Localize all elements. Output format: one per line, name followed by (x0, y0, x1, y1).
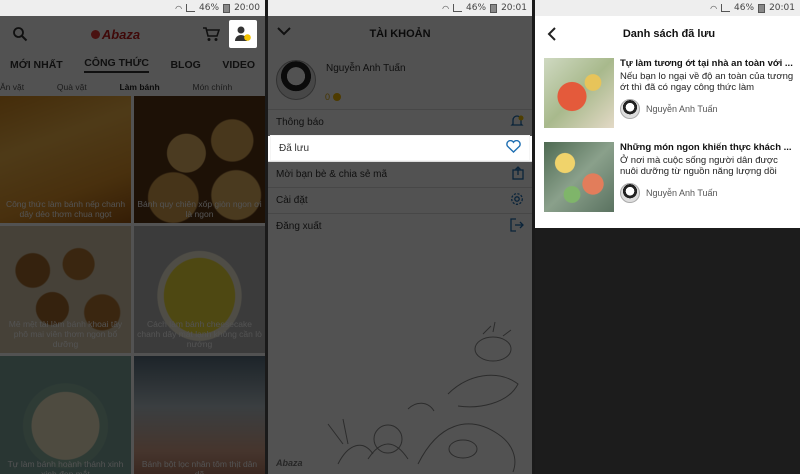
menu-item-settings[interactable]: Cài đặt (268, 187, 532, 213)
saved-header: Danh sách đã lưu (538, 16, 800, 52)
page-title: Danh sách đã lưu (622, 28, 716, 40)
logo-mark (90, 29, 100, 39)
home-app-bar: Abaza (0, 16, 265, 52)
saved-item-description: Ở nơi mà cuộc sống người dân được nuôi d… (620, 155, 778, 177)
wifi-icon: ◠ (175, 3, 183, 13)
subtab-treats[interactable]: Quà vặt (57, 82, 87, 92)
status-bar: ◠ 46% 20:00 (0, 0, 265, 16)
signal-icon (453, 4, 463, 12)
author-name: Nguyễn Anh Tuấn (646, 188, 718, 198)
footer-logo: Abaza (276, 458, 303, 468)
wifi-icon: ◠ (710, 3, 718, 13)
points-badge: 0 (325, 92, 342, 102)
empty-background (535, 228, 800, 474)
cart-icon[interactable] (199, 22, 223, 46)
subtab-baking[interactable]: Làm bánh (120, 82, 160, 92)
subtab-main-dishes[interactable]: Món chính (192, 82, 232, 92)
tab-blog[interactable]: BLOG (170, 59, 200, 71)
recipe-card[interactable]: Cách làm bánh cheesecake chanh dây mát l… (134, 226, 265, 353)
saved-list-panel: Danh sách đã lưu Tự làm tương ớt tại nhà… (538, 16, 800, 228)
clock: 20:01 (501, 3, 527, 13)
saved-item[interactable]: Những món ngon khiến thực khách ... Ở nơ… (538, 136, 800, 220)
profile-section: Nguyễn Anh Tuấn (268, 52, 532, 108)
menu-item-notifications[interactable]: Thông báo (268, 109, 532, 135)
account-screen: ◠ 46% 20:01 TÀI KHOẢN Nguyễn Anh Tuấn 0 … (268, 0, 532, 474)
menu-item-label: Mời bạn bè & chia sẻ mã (276, 169, 388, 180)
tab-recipes[interactable]: CÔNG THỨC (84, 57, 149, 73)
saved-item-title: Tự làm tương ớt tại nhà an toàn với ... (620, 58, 793, 69)
tab-video[interactable]: VIDEO (222, 59, 255, 71)
signal-icon (186, 4, 196, 12)
author-row: Nguyễn Anh Tuấn (620, 99, 794, 119)
menu-item-label: Đã lưu (279, 142, 310, 154)
gear-icon (510, 192, 524, 209)
account-button[interactable] (228, 20, 257, 48)
battery-icon (223, 3, 231, 13)
saved-item-thumbnail (544, 58, 614, 128)
menu-item-saved[interactable]: Đã lưu (270, 135, 530, 161)
recipe-caption: Bánh bột lọc nhân tôm thịt dân dã (141, 459, 258, 474)
recipe-caption: Cách làm bánh cheesecake chanh dây mát l… (137, 319, 262, 349)
logo-text: Abaza (101, 26, 141, 42)
page-title: TÀI KHOẢN (369, 28, 431, 40)
saved-item-title: Những món ngon khiến thực khách ... (620, 142, 792, 153)
screenshot-stage: ◠ 46% 20:00 Abaza MỚI NHẤT CÔNG THỨC BLO… (0, 0, 800, 474)
wifi-icon: ◠ (442, 3, 450, 13)
menu-item-label: Cài đặt (276, 195, 308, 206)
home-screen: ◠ 46% 20:00 Abaza MỚI NHẤT CÔNG THỨC BLO… (0, 0, 265, 474)
status-bar: ◠ 46% 20:01 (268, 0, 532, 16)
coin-icon (333, 93, 342, 101)
menu-item-label: Thông báo (276, 117, 324, 128)
clock: 20:00 (234, 3, 260, 13)
recipe-caption: Mê mệt tài làm bánh khoai tây phô mai vi… (8, 319, 123, 349)
subtab-snacks[interactable]: Ăn vặt (0, 82, 24, 92)
author-name: Nguyễn Anh Tuấn (646, 104, 718, 114)
avatar[interactable] (276, 60, 316, 100)
account-header: TÀI KHOẢN (268, 16, 532, 52)
saved-item-description: Nếu bạn lo ngại về độ an toàn của tương … (620, 71, 794, 93)
recipe-caption: Bánh quy chiên xốp giòn ngon ơi là ngon (137, 199, 262, 219)
tab-newest[interactable]: MỚI NHẤT (10, 59, 63, 71)
recipe-card[interactable]: Tự làm bánh hoành thánh xinh xinh đẹp mắ… (0, 356, 131, 474)
bell-icon (510, 114, 524, 131)
chevron-down-icon[interactable] (276, 25, 292, 40)
recipe-subtabs: Ăn vặt Quà vặt Làm bánh Món chính (0, 78, 265, 96)
recipe-grid: Công thức làm bánh nếp chanh dây dẻo thơ… (0, 96, 265, 474)
menu-item-label: Đăng xuất (276, 221, 322, 232)
battery-icon (758, 3, 766, 13)
recipe-card[interactable]: Công thức làm bánh nếp chanh dây dẻo thơ… (0, 96, 131, 223)
vegetable-doodle-illustration (327, 321, 519, 473)
user-name: Nguyễn Anh Tuấn (326, 63, 406, 74)
recipe-card[interactable]: Bánh bột lọc nhân tôm thịt dân dã (134, 356, 265, 474)
battery-percent: 46% (466, 3, 487, 13)
recipe-caption: Tự làm bánh hoành thánh xinh xinh đẹp mắ… (7, 459, 124, 474)
back-arrow-icon[interactable] (547, 26, 557, 45)
account-menu: Thông báo Đã lưu Mời bạn bè & chia sẻ mã… (268, 109, 532, 239)
share-icon (512, 166, 524, 183)
menu-item-invite[interactable]: Mời bạn bè & chia sẻ mã (268, 161, 532, 187)
recipe-card[interactable]: Bánh quy chiên xốp giòn ngon ơi là ngon (134, 96, 265, 223)
battery-percent: 46% (199, 3, 220, 13)
app-logo: Abaza (90, 26, 141, 42)
user-icon (234, 26, 251, 41)
signal-icon (721, 4, 731, 12)
logout-icon (510, 218, 524, 235)
battery-icon (490, 3, 498, 13)
saved-screen: ◠ 46% 20:01 Danh sách đã lưu Tự làm tươn… (535, 0, 800, 474)
saved-item-thumbnail (544, 142, 614, 212)
battery-percent: 46% (734, 3, 755, 13)
category-tabs: MỚI NHẤT CÔNG THỨC BLOG VIDEO (0, 52, 265, 78)
recipe-card[interactable]: Mê mệt tài làm bánh khoai tây phô mai vi… (0, 226, 131, 353)
heart-icon (506, 139, 521, 156)
status-bar: ◠ 46% 20:01 (535, 0, 800, 16)
menu-item-logout[interactable]: Đăng xuất (268, 213, 532, 239)
clock: 20:01 (769, 3, 795, 13)
recipe-caption: Công thức làm bánh nếp chanh dây dẻo thơ… (5, 199, 126, 219)
author-avatar (620, 99, 640, 119)
author-avatar (620, 183, 640, 203)
saved-item[interactable]: Tự làm tương ớt tại nhà an toàn với ... … (538, 52, 800, 136)
search-icon[interactable] (8, 22, 32, 46)
points-value: 0 (325, 92, 331, 102)
author-row: Nguyễn Anh Tuấn (620, 183, 794, 203)
